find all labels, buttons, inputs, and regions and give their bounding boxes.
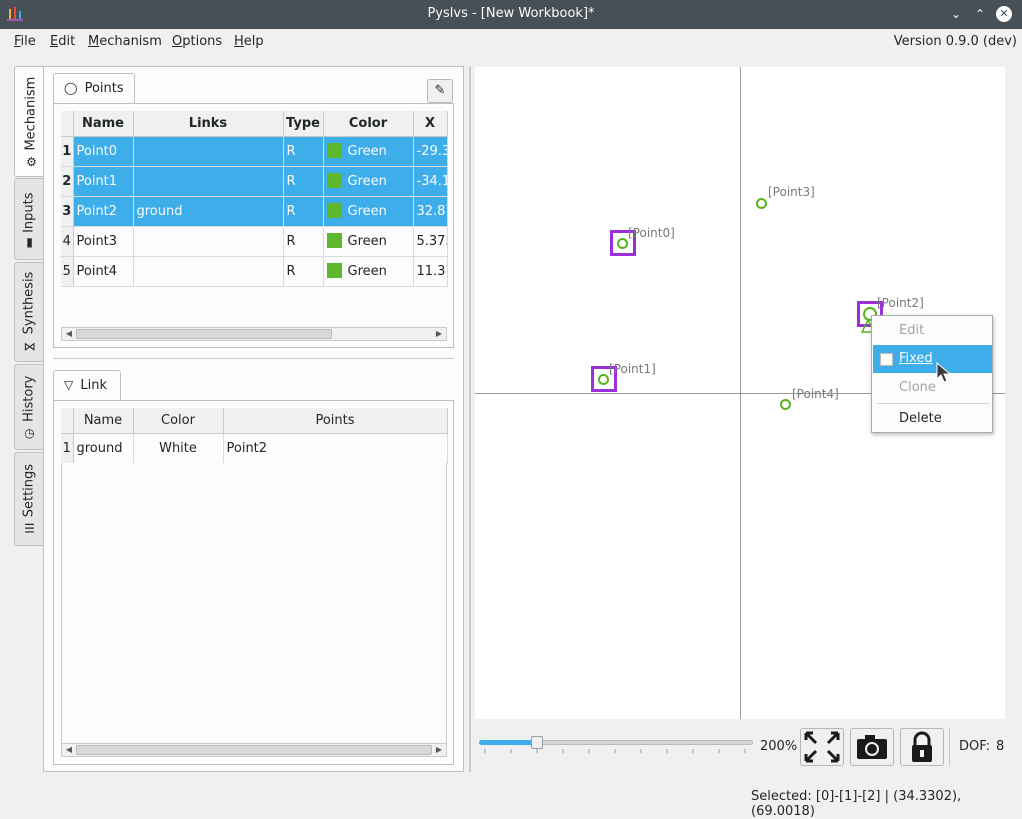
link-icon: ▽ xyxy=(64,378,74,392)
scroll-left-icon[interactable]: ◀ xyxy=(63,744,75,756)
col-color[interactable]: Color xyxy=(323,111,414,137)
title-bar: Pyslvs - [New Workbook]* ⌄ ⌃ ✕ xyxy=(0,0,1022,29)
col-links[interactable]: Links xyxy=(133,111,284,137)
scroll-thumb[interactable] xyxy=(76,745,432,755)
zoom-label: 200% xyxy=(760,739,798,754)
link-table-empty xyxy=(61,463,447,744)
table-row[interactable]: 1 Point0 R Green -29.3 xyxy=(61,136,448,167)
link-hscrollbar[interactable]: ◀ ▶ xyxy=(61,743,447,757)
minimize-icon[interactable]: ⌄ xyxy=(948,6,964,22)
scroll-right-icon[interactable]: ▶ xyxy=(433,744,445,756)
menu-file[interactable]: File xyxy=(14,34,36,49)
maximize-icon[interactable]: ⌃ xyxy=(972,6,988,22)
point0-marker[interactable] xyxy=(617,238,628,249)
slider-fill xyxy=(479,740,537,745)
col-x[interactable]: X xyxy=(413,111,448,137)
version-label: Version 0.9.0 (dev) xyxy=(893,34,1017,49)
point3-marker[interactable] xyxy=(756,198,767,209)
input-icon: ▮ xyxy=(25,235,33,250)
scroll-thumb[interactable] xyxy=(76,329,332,339)
lock-icon xyxy=(912,731,932,762)
menu-mechanism[interactable]: Mechanism xyxy=(88,34,162,49)
col-link-points[interactable]: Points xyxy=(223,408,448,434)
window-title: Pyslvs - [New Workbook]* xyxy=(427,6,595,21)
scroll-right-icon[interactable]: ▶ xyxy=(433,328,445,340)
tab-link[interactable]: ▽ Link xyxy=(53,370,121,400)
color-swatch xyxy=(326,263,342,278)
col-link-color[interactable]: Color xyxy=(133,408,224,434)
lock-button[interactable] xyxy=(900,728,944,766)
panel-splitter[interactable] xyxy=(53,358,454,360)
menu-separator xyxy=(877,403,989,404)
tab-history[interactable]: ◷ History xyxy=(14,364,44,450)
menu-bar: File Edit Mechanism Options Help Version… xyxy=(0,29,1022,55)
point1-label: [Point1] xyxy=(609,362,656,376)
mouse-cursor-icon xyxy=(936,362,952,383)
table-row[interactable]: 5 Point4 R Green 11.37 xyxy=(61,256,448,287)
menu-item-delete[interactable]: Delete xyxy=(873,405,992,433)
tab-mechanism[interactable]: ⚙ Mechanism xyxy=(14,66,46,177)
color-swatch xyxy=(326,143,342,158)
point3-label: [Point3] xyxy=(768,185,815,199)
main-splitter[interactable] xyxy=(469,67,471,772)
link-table: Name Color Points 1 ground White Point2 xyxy=(61,408,448,464)
point4-label: [Point4] xyxy=(792,387,839,401)
color-swatch xyxy=(326,173,342,188)
context-menu: Edit Fixed Clone Delete xyxy=(871,315,993,433)
table-row[interactable]: 2 Point1 R Green -34.1 xyxy=(61,166,448,197)
toolbar-separator xyxy=(949,728,950,766)
close-icon[interactable]: ✕ xyxy=(996,6,1012,22)
dof-value: 8 xyxy=(996,739,1005,754)
zoom-to-fit-button[interactable] xyxy=(800,728,844,766)
menu-options[interactable]: Options xyxy=(172,34,222,49)
dof-label: DOF: xyxy=(959,739,991,754)
point2-label: [Point2] xyxy=(877,296,924,310)
fixed-checkbox[interactable] xyxy=(880,353,893,366)
slider-handle[interactable] xyxy=(531,736,543,749)
col-link-name[interactable]: Name xyxy=(73,408,134,434)
menu-item-fixed[interactable]: Fixed xyxy=(873,345,992,373)
col-name[interactable]: Name xyxy=(73,111,134,137)
col-type[interactable]: Type xyxy=(283,111,324,137)
tab-inputs[interactable]: ▮ Inputs xyxy=(14,178,44,260)
points-header: Name Links Type Color X xyxy=(61,111,448,137)
points-table: Name Links Type Color X 1 Point0 R Green… xyxy=(61,111,448,287)
corner-cell xyxy=(61,111,74,137)
gear-icon: ⚙ xyxy=(25,154,36,169)
scroll-left-icon[interactable]: ◀ xyxy=(63,328,75,340)
table-row[interactable]: 1 ground White Point2 xyxy=(61,433,448,464)
synthesis-icon: ⋈ xyxy=(23,339,35,354)
table-row[interactable]: 3 Point2 ground R Green 32.87 xyxy=(61,196,448,227)
edit-icon[interactable]: ✎ xyxy=(427,79,453,103)
slider-ticks xyxy=(484,749,746,753)
color-swatch xyxy=(326,233,342,248)
point1-marker[interactable] xyxy=(598,374,609,385)
expand-icon xyxy=(804,731,840,763)
sliders-icon: ☰ xyxy=(23,521,35,536)
table-row[interactable]: 4 Point3 R Green 5.375 xyxy=(61,226,448,257)
menu-item-edit[interactable]: Edit xyxy=(873,317,992,345)
tab-settings[interactable]: ☰ Settings xyxy=(14,452,44,546)
points-hscrollbar[interactable]: ◀ ▶ xyxy=(61,327,447,341)
tab-points[interactable]: ◯ Points xyxy=(53,73,135,103)
points-icon: ◯ xyxy=(64,81,78,95)
corner-cell xyxy=(61,408,74,434)
menu-help[interactable]: Help xyxy=(234,34,264,49)
status-text: Selected: [0]-[1]-[2] | (34.3302), (69.0… xyxy=(751,789,962,819)
menu-edit[interactable]: Edit xyxy=(50,34,75,49)
zoom-slider[interactable] xyxy=(479,736,753,760)
point4-marker[interactable] xyxy=(780,399,791,410)
screenshot-button[interactable] xyxy=(850,728,894,766)
camera-icon xyxy=(857,735,887,759)
point0-label: [Point0] xyxy=(628,226,675,240)
color-swatch xyxy=(326,203,342,218)
canvas-splitter[interactable] xyxy=(475,720,1005,724)
menu-item-clone[interactable]: Clone xyxy=(873,374,992,402)
link-header: Name Color Points xyxy=(61,408,448,434)
tab-synthesis[interactable]: ⋈ Synthesis xyxy=(14,262,44,362)
history-icon: ◷ xyxy=(23,426,35,441)
